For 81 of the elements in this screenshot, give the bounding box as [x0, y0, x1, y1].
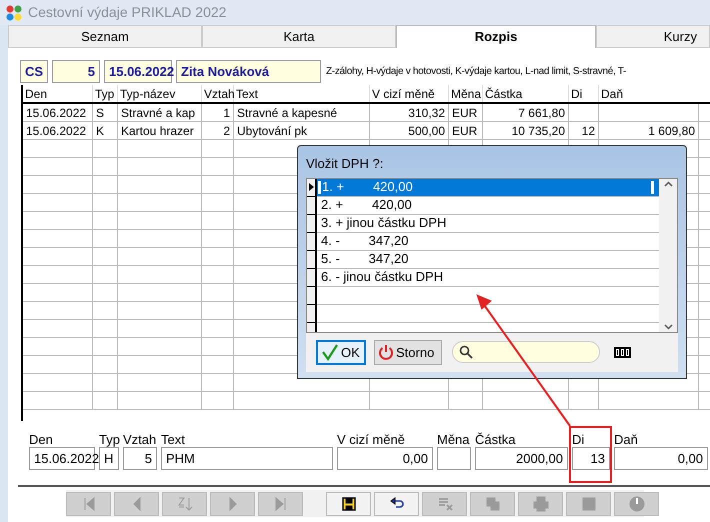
input-field[interactable]: 5 [123, 447, 157, 470]
code-field: CS [20, 60, 48, 83]
search-field[interactable] [452, 341, 600, 364]
table-cell: S [93, 104, 118, 121]
cancel-button[interactable]: Storno [374, 340, 442, 365]
sort-icon [176, 494, 194, 512]
field-label: Částka [475, 432, 516, 447]
field-label: Typ [99, 432, 120, 447]
field-label: Vztah [123, 432, 156, 447]
option-row[interactable]: 3. + jinou částku DPH [317, 214, 659, 232]
field-label: Text [161, 432, 185, 447]
input-field[interactable]: 2000,00 [475, 447, 568, 470]
option-row[interactable]: 1. + 420,00 [317, 178, 659, 196]
tab[interactable]: Karta [202, 25, 396, 48]
table-cell: 10 735,20 [483, 122, 569, 139]
column-header[interactable]: V cizí měně [370, 85, 449, 102]
table-cell: 2 [202, 122, 234, 139]
legend-text: Z-zálohy, H-výdaje v hotovosti, K-výdaje kartou, L-nad limit, S-stravné, T- [326, 65, 626, 79]
tab[interactable]: Kurzy [596, 25, 710, 48]
table-cell: Kartou hrazer [118, 122, 202, 139]
field-label: Di [572, 432, 584, 447]
option-row[interactable]: 2. + 420,00 [317, 196, 659, 214]
date-field: 15.06.2022 [104, 60, 172, 83]
option-row[interactable]: 5. - 347,20 [317, 250, 659, 268]
column-header[interactable]: Den [23, 85, 93, 102]
number-field: 5 [52, 60, 100, 83]
table-cell: Stravné a kapesné [234, 104, 370, 121]
input-field[interactable]: 13 [572, 447, 610, 470]
table-cell: 15.06.2022 [23, 122, 93, 139]
toolbar-button[interactable] [374, 492, 419, 516]
checkmark-icon [321, 343, 339, 362]
input-field[interactable]: 0,00 [614, 447, 708, 470]
counter-icon [614, 346, 631, 358]
table-cell: 500,00 [370, 122, 449, 139]
column-header[interactable]: Typ-název [118, 85, 202, 102]
table-cell: 7 661,80 [483, 104, 569, 121]
power-icon [378, 344, 394, 360]
column-header[interactable]: Měna [449, 85, 483, 102]
field-label: Daň [614, 432, 638, 447]
tab[interactable]: Rozpis [396, 25, 596, 48]
highlight-frame [569, 426, 612, 483]
column-header[interactable]: Di [569, 85, 599, 102]
scroll-up-icon[interactable] [664, 180, 672, 186]
table-cell: Ubytování pk [234, 122, 370, 139]
table-cell: 310,32 [370, 104, 449, 121]
dialog-title: Vložit DPH ?: [306, 155, 384, 173]
table-cell: EUR [449, 104, 483, 121]
toolbar-button[interactable] [326, 492, 371, 516]
column-header[interactable]: Typ [93, 85, 118, 102]
input-field[interactable]: PHM [161, 447, 333, 470]
field-label: V cizí měně [337, 432, 405, 447]
table-cell: EUR [449, 122, 483, 139]
scroll-down-icon[interactable] [664, 324, 672, 330]
tab[interactable]: Seznam [8, 25, 202, 48]
input-field[interactable]: H [99, 447, 119, 470]
copy-icon [484, 494, 502, 512]
table-cell: 12 [569, 122, 599, 139]
app-logo-icon [6, 4, 22, 20]
table-cell: Stravné a kap [118, 104, 202, 121]
ok-button[interactable]: OK [316, 340, 366, 365]
table-cell: 1 609,80 [599, 122, 699, 139]
name-field: Zita Nováková [176, 60, 321, 83]
column-header[interactable]: Částka [483, 85, 569, 102]
square-icon [580, 494, 598, 512]
save-icon [340, 494, 358, 512]
field-label: Den [29, 432, 53, 447]
input-field[interactable] [437, 447, 471, 470]
table-cell: 15.06.2022 [23, 104, 93, 121]
search-icon [459, 345, 473, 360]
window-title: Cestovní výdaje PRIKLAD 2022 [28, 3, 226, 22]
column-header[interactable]: Text [234, 85, 370, 102]
table-cell: K [93, 122, 118, 139]
field-label: Měna [437, 432, 470, 447]
scrollbar[interactable] [659, 178, 677, 332]
power-icon [628, 494, 646, 512]
column-header[interactable]: Daň [599, 85, 699, 102]
column-header[interactable]: Vztah [202, 85, 234, 102]
input-field[interactable]: 0,00 [337, 447, 433, 470]
table-cell: 1 [202, 104, 234, 121]
option-row[interactable]: 4. - 347,20 [317, 232, 659, 250]
option-row[interactable]: 6. - jinou částku DPH [317, 268, 659, 286]
